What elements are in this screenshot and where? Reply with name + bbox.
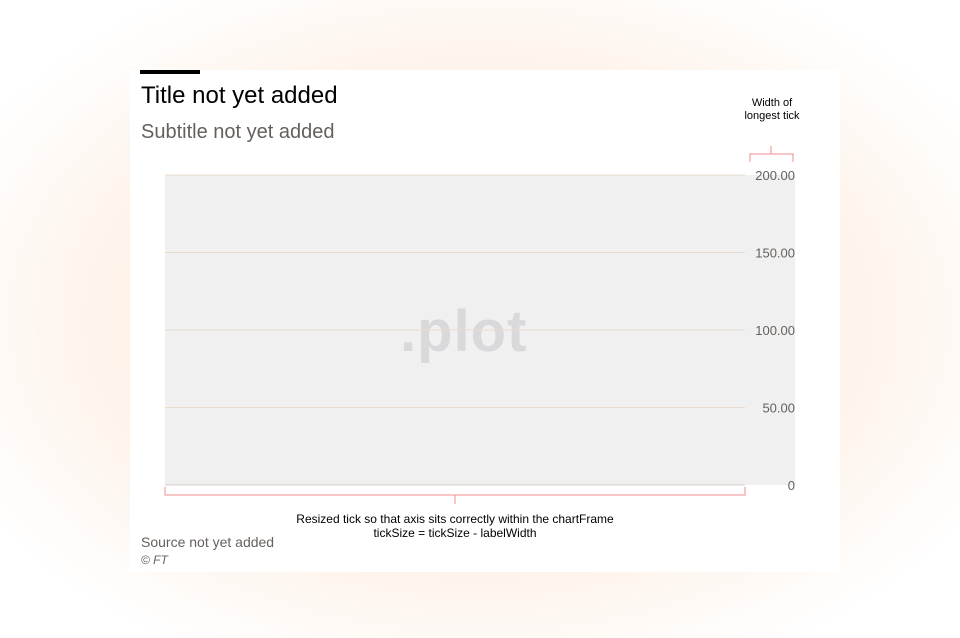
bottom-bracket: [164, 487, 746, 504]
tick-resize-note: Resized tick so that axis sits correctly…: [255, 512, 655, 540]
top-bracket: [749, 146, 794, 162]
tick-resize-note-line1: Resized tick so that axis sits correctly…: [296, 512, 614, 526]
tick-width-note: Width of longest tick: [744, 97, 800, 122]
chart-source: Source not yet added: [141, 534, 275, 550]
y-tick-label: 0: [788, 478, 795, 493]
y-tick-label: 100.00: [755, 323, 795, 338]
y-tick-label: 50.00: [762, 401, 795, 416]
y-tick-label: 150.00: [755, 246, 795, 261]
chart-footer: © FT: [141, 553, 168, 567]
tick-resize-note-line2: tickSize = tickSize - labelWidth: [373, 526, 537, 540]
y-axis-ticks: 0 50.00 100.00 150.00 200.00: [755, 168, 795, 493]
y-tick-label: 200.00: [755, 168, 795, 183]
annotation-brackets: [164, 146, 794, 504]
gridlines: [165, 174, 745, 486]
